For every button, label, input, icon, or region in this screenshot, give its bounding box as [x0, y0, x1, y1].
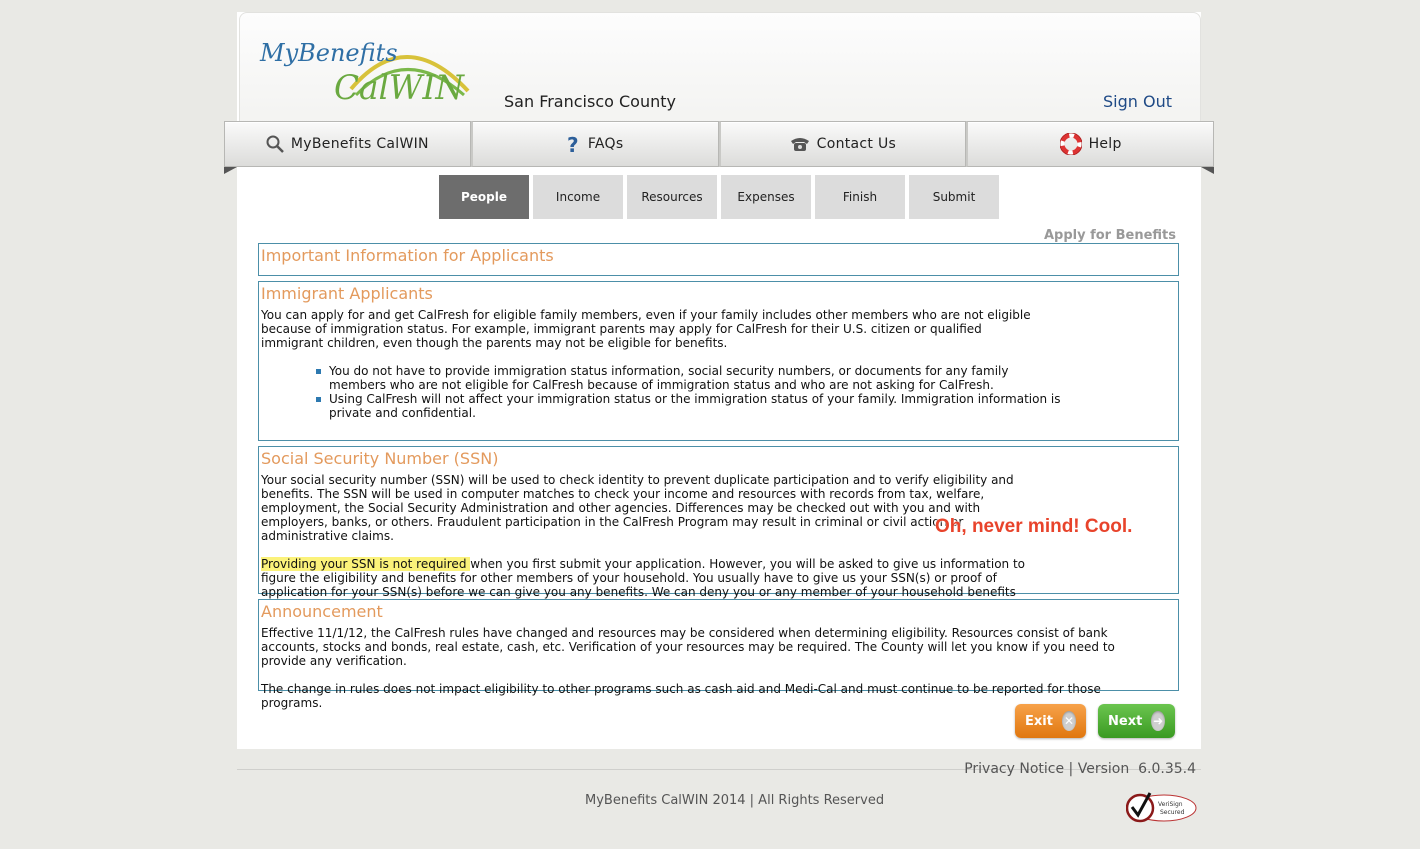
section-paragraph: Effective 11/1/12, the CalFresh rules ha…	[261, 626, 1115, 668]
step-tabs: People Income Resources Expenses Finish …	[439, 175, 999, 219]
nav-tab-mybenefits[interactable]: MyBenefits CalWIN	[224, 121, 471, 167]
privacy-notice-link[interactable]: Privacy Notice	[964, 761, 1064, 777]
nav-tab-label: FAQs	[587, 136, 624, 152]
next-label: Next	[1108, 713, 1143, 729]
step-income[interactable]: Income	[533, 175, 623, 219]
section-title: Social Security Number (SSN)	[261, 449, 499, 468]
separator: |	[1064, 761, 1078, 777]
important-info-box: Important Information for Applicants	[258, 243, 1179, 276]
nav-fold-left	[224, 167, 237, 174]
section-paragraph: You can apply for and get CalFresh for e…	[261, 308, 1031, 350]
highlighted-text: Providing your SSN is not required	[261, 557, 471, 571]
step-people[interactable]: People	[439, 175, 529, 219]
announcement-box: Announcement Effective 11/1/12, the CalF…	[258, 599, 1179, 710]
step-resources[interactable]: Resources	[627, 175, 717, 219]
apply-for-benefits-label: Apply for Benefits	[1043, 228, 1176, 243]
list-item: You do not have to provide immigration s…	[316, 364, 1069, 392]
close-icon: ✕	[1061, 711, 1076, 731]
step-submit[interactable]: Submit	[909, 175, 999, 219]
nav-fold-right	[1201, 167, 1214, 174]
header: MyBenefits CalWIN San Francisco County S…	[239, 12, 1201, 125]
svg-text:MyBenefits: MyBenefits	[259, 39, 398, 67]
county-name: San Francisco County	[504, 92, 676, 111]
lifebuoy-icon	[1059, 133, 1082, 155]
section-title: Announcement	[261, 602, 383, 621]
exit-button[interactable]: Exit ✕	[1015, 704, 1086, 738]
section-title: Immigrant Applicants	[261, 284, 433, 303]
nav-tab-label: Contact Us	[816, 136, 897, 152]
next-button[interactable]: Next ➜	[1098, 704, 1175, 738]
version-label: Version	[1077, 761, 1130, 777]
svg-text:VeriSign: VeriSign	[1158, 801, 1183, 808]
nav-tab-help[interactable]: Help	[966, 121, 1214, 167]
nav-tab-faqs[interactable]: ? FAQs	[470, 121, 719, 167]
step-expenses[interactable]: Expenses	[721, 175, 811, 219]
mybenefits-calwin-logo[interactable]: MyBenefits CalWIN	[256, 29, 486, 119]
exit-label: Exit	[1025, 713, 1053, 729]
search-icon	[266, 135, 284, 153]
version-info: Privacy Notice | Version 6.0.35.4	[964, 761, 1196, 777]
annotation-text: Oh, never mind! Cool.	[935, 516, 1133, 537]
step-finish[interactable]: Finish	[815, 175, 905, 219]
sign-out-link[interactable]: Sign Out	[1103, 92, 1172, 111]
nav-tab-label: MyBenefits CalWIN	[290, 136, 429, 152]
section-title: Important Information for Applicants	[261, 246, 554, 265]
version-number: 6.0.35.4	[1138, 761, 1196, 777]
phone-icon	[790, 136, 810, 152]
copyright-text: MyBenefits CalWIN 2014 | All Rights Rese…	[585, 793, 885, 808]
svg-text:?: ?	[567, 134, 579, 154]
svg-text:Secured: Secured	[1160, 809, 1185, 816]
svg-text:CalWIN: CalWIN	[334, 68, 465, 108]
question-icon: ?	[567, 134, 581, 154]
section-paragraph: Your social security number (SSN) will b…	[261, 473, 1014, 543]
bullet-list: You do not have to provide immigration s…	[259, 364, 1069, 420]
nav-tab-contact[interactable]: Contact Us	[718, 121, 967, 167]
list-item: Using CalFresh will not affect your immi…	[316, 392, 1069, 420]
arrow-right-icon: ➜	[1151, 711, 1165, 731]
nav-tab-label: Help	[1088, 136, 1122, 152]
main-nav: MyBenefits CalWIN ? FAQs Contact Us Help	[224, 121, 1214, 167]
verisign-badge[interactable]: VeriSign Secured	[1126, 789, 1198, 825]
immigrant-applicants-box: Immigrant Applicants You can apply for a…	[258, 281, 1179, 441]
